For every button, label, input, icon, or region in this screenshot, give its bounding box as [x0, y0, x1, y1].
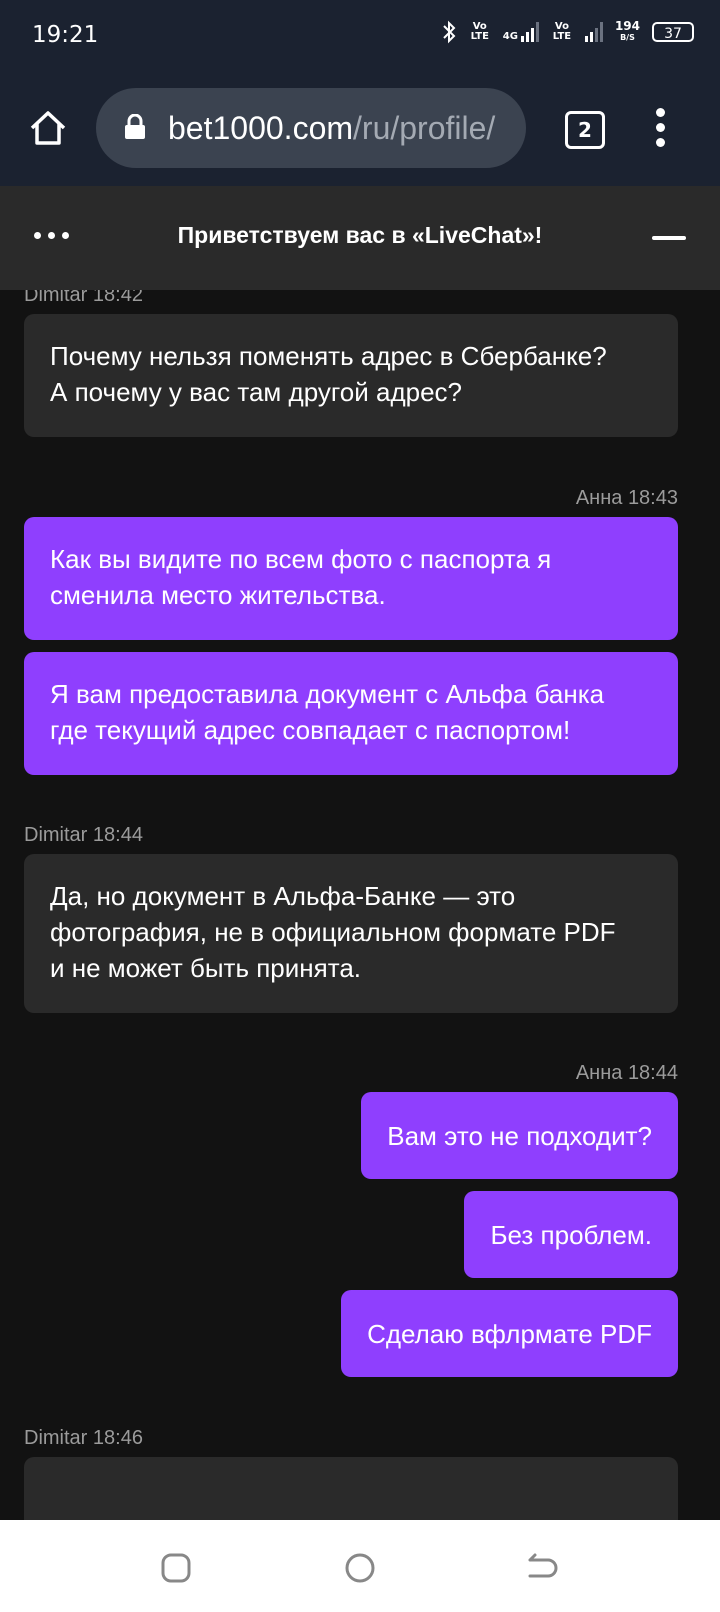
status-time: 19:21: [32, 22, 99, 48]
url-text: bet1000.com/ru/profile/: [168, 110, 495, 147]
lock-icon: [125, 114, 145, 139]
bluetooth-icon: [443, 20, 456, 44]
chat-header: Приветствуем вас в «LiveChat»!: [0, 186, 720, 290]
battery-icon: 37: [652, 22, 694, 42]
message-meta: Анна 18:44: [575, 1062, 678, 1084]
chat-messages[interactable]: Dimitar 18:42 Почему нельзя поменять адр…: [0, 290, 720, 1520]
recent-apps-icon[interactable]: [158, 1550, 194, 1586]
address-bar[interactable]: bet1000.com/ru/profile/: [96, 88, 526, 168]
message-meta: Анна 18:43: [575, 487, 678, 509]
message-line: где текущий адрес совпадает с паспортом!: [50, 715, 571, 745]
tab-switcher-button[interactable]: 2: [565, 111, 605, 149]
status-bar: 19:21 Vo LTE 4G Vo LTE 194 B/S 37: [0, 0, 720, 76]
message-line: фотография, не в официальном формате PDF: [50, 917, 616, 947]
network-speed: 194 B/S: [614, 19, 640, 43]
menu-dot-icon: [655, 138, 665, 147]
user-message: Сделаю вфлрмате PDF: [341, 1290, 678, 1377]
menu-dot-icon: [655, 123, 665, 132]
message-line: А почему у вас там другой адрес?: [50, 377, 463, 407]
message-line: Почему нельзя поменять адрес в Сбербанке…: [50, 341, 607, 371]
back-icon[interactable]: [524, 1550, 560, 1586]
agent-message: Почему нельзя поменять адрес в Сбербанке…: [24, 314, 678, 437]
message-line: Без проблем.: [490, 1220, 652, 1250]
status-icons: Vo LTE 4G Vo LTE 194 B/S 37: [441, 20, 694, 44]
message-meta: Dimitar 18:46: [24, 1427, 143, 1449]
network-speed-unit: B/S: [620, 33, 635, 42]
signal-icon-2: [584, 22, 603, 42]
message-line: Сделаю вфлрмате PDF: [367, 1319, 652, 1349]
agent-message: [24, 1457, 678, 1520]
agent-message: Да, но документ в Альфа-Банке — это фото…: [24, 854, 678, 1013]
chat-title: Приветствуем вас в «LiveChat»!: [177, 222, 543, 248]
user-message: Вам это не подходит?: [361, 1092, 678, 1179]
message-line: Как вы видите по всем фото с паспорта я: [50, 544, 552, 574]
home-nav-icon[interactable]: [342, 1550, 378, 1586]
url-path: /ru/profile/: [353, 110, 496, 146]
signal-icon: [520, 22, 539, 42]
message-line: и не может быть принята.: [50, 953, 362, 983]
url-host: bet1000.com: [168, 110, 354, 146]
message-line: Я вам предоставила документ с Альфа банк…: [50, 679, 605, 709]
message-meta: Dimitar 18:42: [24, 290, 143, 306]
message-meta: Dimitar 18:44: [24, 824, 143, 846]
minimize-chat-button[interactable]: [652, 236, 686, 240]
home-icon[interactable]: [28, 108, 68, 148]
user-message: Я вам предоставила документ с Альфа банк…: [24, 652, 678, 775]
message-line: Вам это не подходит?: [387, 1121, 652, 1151]
message-line: Да, но документ в Альфа-Банке — это: [50, 881, 516, 911]
network-speed-value: 194: [614, 19, 640, 33]
user-message: Как вы видите по всем фото с паспорта я …: [24, 517, 678, 640]
message-line: сменила место жительства.: [50, 580, 386, 610]
network-type-label: 4G: [502, 31, 518, 42]
menu-dot-icon: [655, 108, 665, 117]
user-message: Без проблем.: [464, 1191, 678, 1278]
system-nav-bar: [0, 1520, 720, 1612]
volte-label-2: Vo LTE: [552, 21, 572, 42]
browser-toolbar: bet1000.com/ru/profile/ 2: [0, 76, 720, 186]
browser-menu-button[interactable]: [650, 108, 670, 148]
volte-label: Vo LTE: [470, 21, 489, 42]
battery-level: 37: [664, 26, 682, 42]
